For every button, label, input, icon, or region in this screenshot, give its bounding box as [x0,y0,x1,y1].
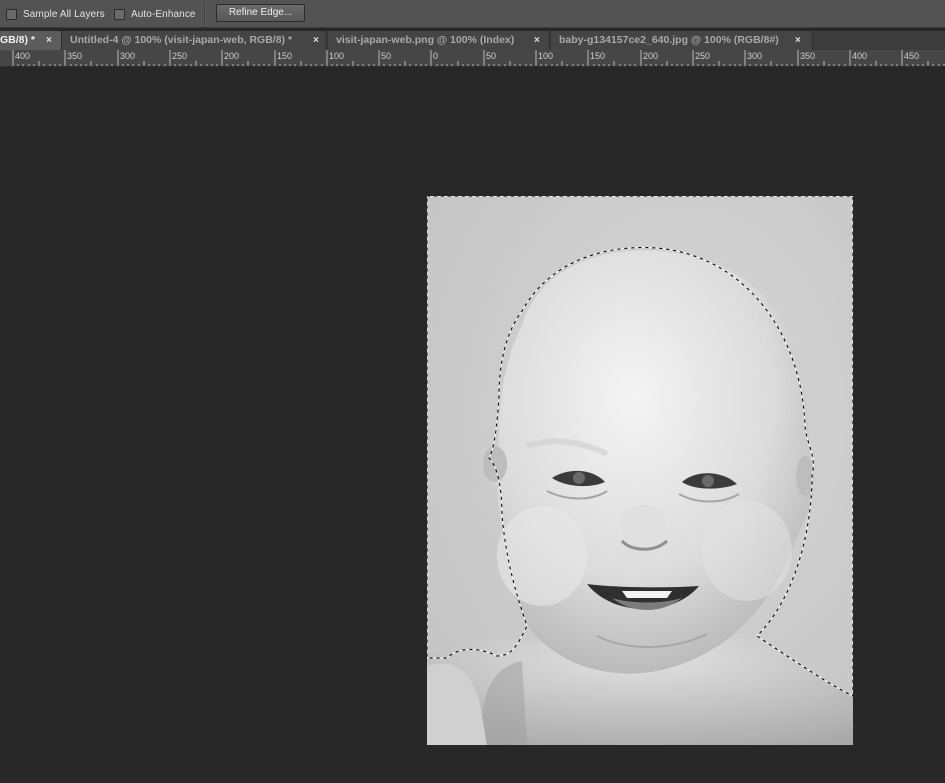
tab-baby-photo[interactable]: baby-g134157ce2_640.jpg @ 100% (RGB/8#) … [551,31,813,50]
ruler-label: 200 [643,51,659,61]
sample-all-layers-label: Sample All Layers [23,8,105,20]
close-icon[interactable]: × [795,31,801,50]
tab-label: Untitled-4 @ 100% (visit-japan-web, RGB/… [70,34,293,46]
tab-visit-japan-web[interactable]: visit-japan-web.png @ 100% (Index) × [328,31,550,50]
auto-enhance-label: Auto-Enhance [131,8,196,20]
ruler-label: 450 [904,51,920,61]
ruler-label: 100 [538,51,554,61]
sample-all-layers-option[interactable]: Sample All Layers [6,7,105,21]
horizontal-ruler[interactable]: 400 350 300 250 200 150 100 50 0 50 100 150 200 250 30… [0,50,945,67]
options-separator [204,3,206,25]
ruler-label: 400 [852,51,868,61]
auto-enhance-checkbox[interactable] [114,8,125,20]
ruler-label: 250 [695,51,711,61]
close-icon[interactable]: × [313,31,319,50]
tab-label: baby-g134157ce2_640.jpg @ 100% (RGB/8#) [559,34,779,46]
baby-photo[interactable] [427,196,853,745]
tab-document-active[interactable]: GB/8) * × [0,31,62,50]
sample-all-layers-checkbox[interactable] [6,8,17,20]
ruler-label: 50 [486,51,497,61]
ruler-label: 150 [277,51,293,61]
tab-untitled-4[interactable]: Untitled-4 @ 100% (visit-japan-web, RGB/… [62,31,327,50]
auto-enhance-option[interactable]: Auto-Enhance [114,7,196,21]
close-icon[interactable]: × [534,31,540,50]
ruler-label: 300 [120,51,136,61]
tab-label: visit-japan-web.png @ 100% (Index) [336,34,515,46]
ruler-label: 350 [800,51,816,61]
ruler-label: 150 [590,51,606,61]
ruler-label: 250 [172,51,188,61]
ruler-label: 100 [329,51,345,61]
refine-edge-button[interactable]: Refine Edge... [216,4,305,22]
ruler-label: 200 [224,51,240,61]
ruler-label: 50 [381,51,392,61]
options-bar: Sample All Layers Auto-Enhance Refine Ed… [0,0,945,28]
tab-label: GB/8) * [0,34,36,46]
close-icon[interactable]: × [46,31,52,50]
selection-outline [427,196,853,697]
ruler-label: 300 [747,51,763,61]
ruler-label: 400 [15,51,31,61]
ruler-label: 0 [433,51,439,61]
ruler-label: 350 [67,51,83,61]
document-tab-bar: GB/8) * × Untitled-4 @ 100% (visit-japan… [0,31,945,50]
